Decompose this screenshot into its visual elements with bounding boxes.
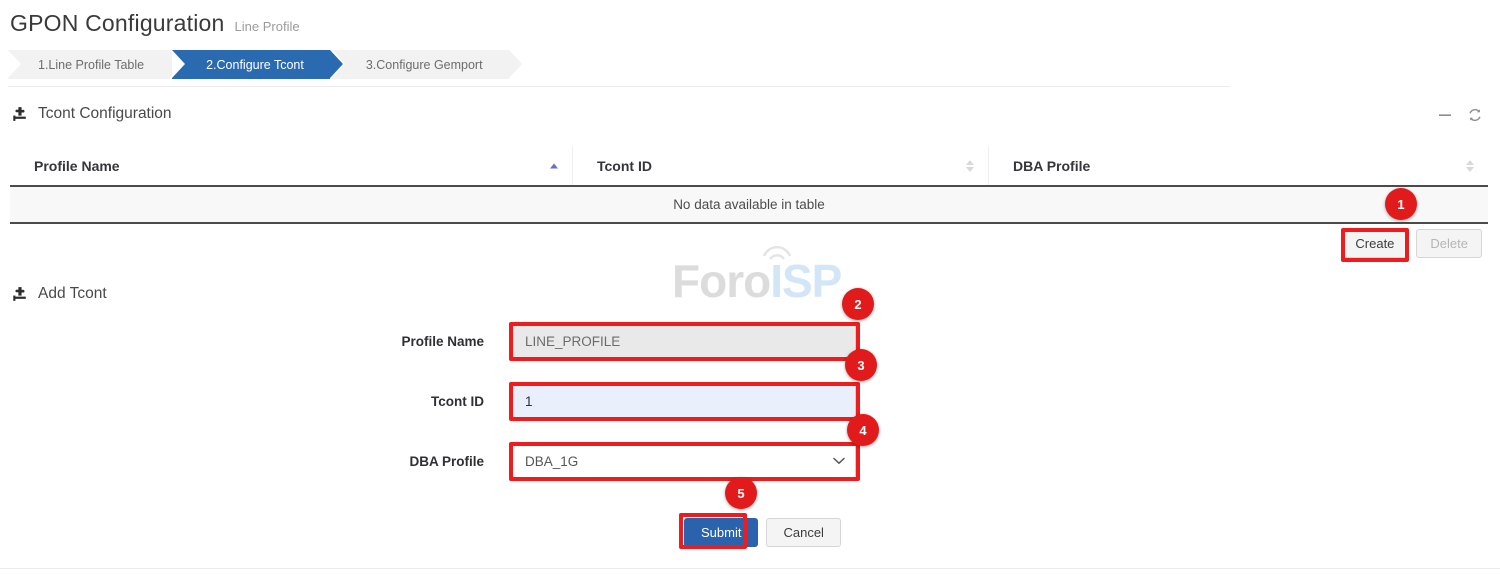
table-empty-message: No data available in table (10, 187, 1488, 224)
cancel-button[interactable]: Cancel (766, 518, 840, 547)
tcont-id-input[interactable] (512, 384, 856, 418)
column-label: Tcont ID (597, 158, 652, 174)
empty-text: No data available in table (673, 197, 825, 212)
column-header-tcont-id[interactable]: Tcont ID (572, 146, 988, 185)
step-label: 3.Configure Gemport (366, 58, 483, 72)
refresh-icon[interactable] (1468, 108, 1482, 127)
submit-button[interactable]: Submit (684, 518, 758, 547)
step-line-profile-table[interactable]: 1.Line Profile Table (8, 50, 170, 79)
panel-tools (1438, 108, 1482, 127)
minimize-icon[interactable] (1438, 108, 1452, 127)
puzzle-icon (12, 106, 29, 123)
step-configure-gemport[interactable]: 3.Configure Gemport (332, 50, 509, 79)
tcont-configuration-header: Tcont Configuration (12, 105, 172, 123)
step-breadcrumb: 1.Line Profile Table 2.Configure Tcont 3… (8, 50, 511, 79)
annotation-badge-4: 4 (847, 414, 879, 446)
add-tcont-header: Add Tcont (12, 285, 107, 303)
puzzle-icon (12, 286, 29, 303)
page-title-row: GPON Configuration Line Profile (10, 10, 300, 37)
dba-profile-select[interactable]: DBA_1G (512, 444, 856, 478)
tcont-table: Profile Name Tcont ID DBA Profile No dat… (10, 146, 1488, 224)
annotation-badge-3: 3 (845, 349, 877, 381)
annotation-badge-2: 2 (842, 288, 874, 320)
delete-button: Delete (1416, 229, 1482, 258)
section-title: Add Tcont (38, 285, 107, 303)
table-action-buttons: Create Delete (1341, 229, 1482, 258)
sort-icon (1466, 160, 1474, 172)
annotation-badge-1: 1 (1385, 188, 1417, 220)
tcont-id-label: Tcont ID (0, 394, 484, 409)
column-header-dba-profile[interactable]: DBA Profile (988, 146, 1488, 185)
profile-name-label: Profile Name (0, 334, 484, 349)
form-row-tcont-id: Tcont ID (0, 384, 860, 418)
page-subtitle: Line Profile (235, 19, 300, 34)
form-row-profile-name: Profile Name (0, 324, 860, 358)
table-header-row: Profile Name Tcont ID DBA Profile (10, 146, 1488, 187)
page-title: GPON Configuration (10, 10, 225, 37)
watermark-text-secondary: ISP (770, 255, 841, 307)
steps-divider (8, 86, 1230, 87)
dba-profile-label: DBA Profile (0, 454, 484, 469)
create-button[interactable]: Create (1341, 229, 1408, 258)
foroisp-watermark: ForoISP (672, 258, 841, 304)
watermark-text-primary: Foro (672, 255, 770, 307)
gpon-configuration-page: GPON Configuration Line Profile 1.Line P… (0, 0, 1500, 574)
form-row-dba-profile: DBA Profile DBA_1G (0, 444, 860, 478)
profile-name-input (512, 324, 856, 358)
column-header-profile-name[interactable]: Profile Name (10, 146, 572, 185)
form-action-buttons: Submit Cancel (684, 518, 841, 547)
dba-profile-select-wrapper: DBA_1G (512, 444, 856, 478)
panel-title: Tcont Configuration (38, 105, 172, 123)
step-label: 2.Configure Tcont (206, 58, 304, 72)
annotation-badge-5: 5 (725, 477, 757, 509)
page-bottom-divider (0, 568, 1500, 569)
step-configure-tcont[interactable]: 2.Configure Tcont (172, 50, 330, 79)
sort-ascending-icon (550, 163, 558, 168)
wifi-arc-icon (760, 240, 794, 267)
column-label: Profile Name (34, 158, 120, 174)
column-label: DBA Profile (1013, 158, 1090, 174)
sort-icon (966, 160, 974, 172)
step-label: 1.Line Profile Table (38, 58, 144, 72)
